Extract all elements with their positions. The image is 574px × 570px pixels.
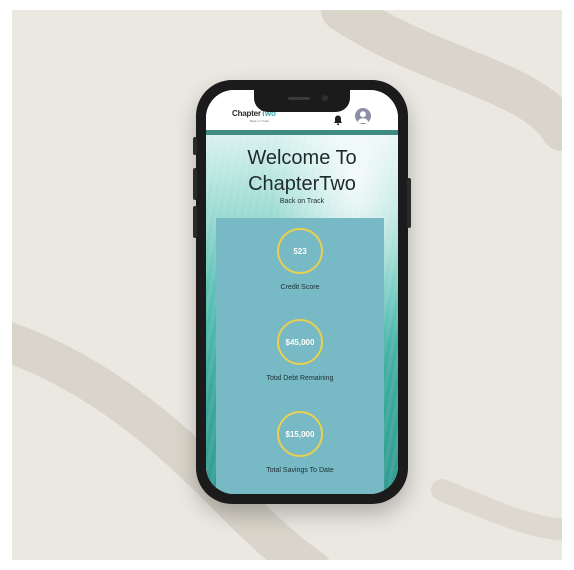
hero-section: Welcome To ChapterTwo Back on Track 523 … bbox=[206, 135, 398, 494]
savings-to-date-label: Total Savings To Date bbox=[266, 467, 334, 474]
volume-down-button bbox=[193, 206, 197, 238]
debt-remaining-value: $45,000 bbox=[285, 337, 315, 347]
bell-icon[interactable] bbox=[332, 113, 344, 126]
hero-subtitle: Back on Track bbox=[279, 198, 325, 205]
speaker bbox=[288, 97, 310, 100]
title-line-2: ChapterTwo bbox=[248, 173, 356, 195]
debt-remaining-ring: $45,000 bbox=[277, 319, 323, 365]
notch bbox=[254, 90, 350, 112]
volume-up-button bbox=[193, 168, 197, 200]
user-avatar-icon[interactable] bbox=[355, 108, 371, 124]
credit-score-label: Credit Score bbox=[280, 284, 320, 291]
title-line-1: Welcome To bbox=[247, 147, 357, 169]
welcome-title: Welcome To ChapterTwo bbox=[206, 145, 398, 197]
phone-screen: ChapterTwo Back on Track Welcome To Chap bbox=[206, 90, 398, 494]
credit-score-ring: 523 bbox=[277, 228, 323, 274]
stats-panel: 523 Credit Score $45,000 Total Debt Rema… bbox=[216, 218, 384, 494]
debt-remaining-label: Total Debt Remaining bbox=[266, 375, 334, 382]
brand-tagline: Back on Track bbox=[250, 119, 270, 123]
brand-name-part1: Chapter bbox=[232, 109, 261, 118]
phone-device: ChapterTwo Back on Track Welcome To Chap bbox=[193, 80, 411, 504]
front-camera bbox=[322, 95, 328, 101]
savings-to-date-ring: $15,000 bbox=[277, 411, 323, 457]
credit-score-value: 523 bbox=[293, 246, 307, 256]
power-button bbox=[407, 178, 411, 228]
mute-switch bbox=[193, 137, 197, 155]
savings-to-date-value: $15,000 bbox=[285, 429, 315, 439]
